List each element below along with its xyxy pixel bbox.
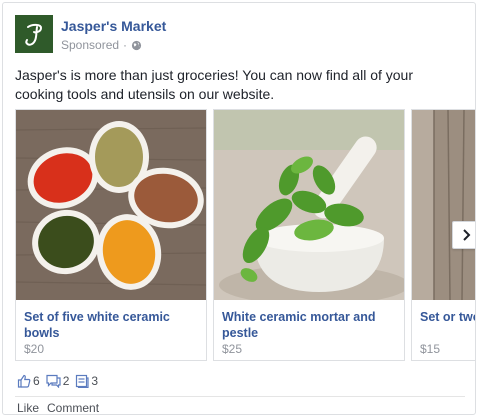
likes-count: 6	[33, 374, 40, 388]
carousel-item-title[interactable]: Set of five white ceramic bowls	[24, 309, 200, 341]
carousel-item-price: $25	[222, 342, 243, 356]
comments-count: 2	[62, 374, 70, 388]
share-icon	[76, 374, 89, 388]
sponsored-label[interactable]: Sponsored	[61, 38, 119, 53]
mortar-pestle-image[interactable]	[214, 110, 404, 300]
shares-count: 3	[91, 374, 99, 388]
carousel-item-title[interactable]: White ceramic mortar and pestle	[222, 309, 398, 341]
spice-bowls-image[interactable]	[16, 110, 206, 300]
comments-count-group[interactable]: 2	[46, 374, 70, 388]
wooden-board-image[interactable]	[412, 110, 475, 300]
post-meta: Sponsored ·	[61, 38, 142, 53]
thumbs-up-icon	[17, 374, 31, 388]
globe-icon	[131, 40, 142, 51]
carousel-next-button[interactable]	[452, 221, 475, 249]
carousel-item-price: $20	[24, 342, 45, 356]
page-name-link[interactable]: Jasper's Market	[61, 18, 166, 35]
likes-count-group[interactable]: 6	[17, 374, 40, 388]
chevron-right-icon	[462, 229, 470, 241]
engagement-summary: 6 2 3	[17, 373, 98, 389]
comment-button[interactable]: Comment	[47, 401, 99, 414]
carousel-item-price: $15	[420, 342, 441, 356]
meta-separator: ·	[123, 38, 128, 52]
carousel-item-title[interactable]: Set or two utensils	[420, 309, 475, 325]
shares-count-group[interactable]: 3	[75, 374, 98, 388]
product-carousel: Set of five white ceramic bowls $20 Whit…	[15, 109, 475, 363]
like-button[interactable]: Like	[17, 401, 39, 414]
ad-post-card: Jasper's Market Sponsored · Jasper's is …	[2, 2, 476, 415]
carousel-item[interactable]: Set of five white ceramic bowls $20	[15, 109, 207, 361]
actions-divider	[15, 396, 465, 397]
comment-bubble-icon	[46, 374, 61, 388]
carousel-item[interactable]: White ceramic mortar and pestle $25	[213, 109, 405, 361]
jaspers-logo-icon	[25, 23, 43, 46]
post-body-text: Jasper's is more than just groceries! Yo…	[15, 67, 413, 102]
post-actions: Like Comment	[17, 401, 99, 414]
page-avatar-logo[interactable]	[15, 15, 53, 53]
